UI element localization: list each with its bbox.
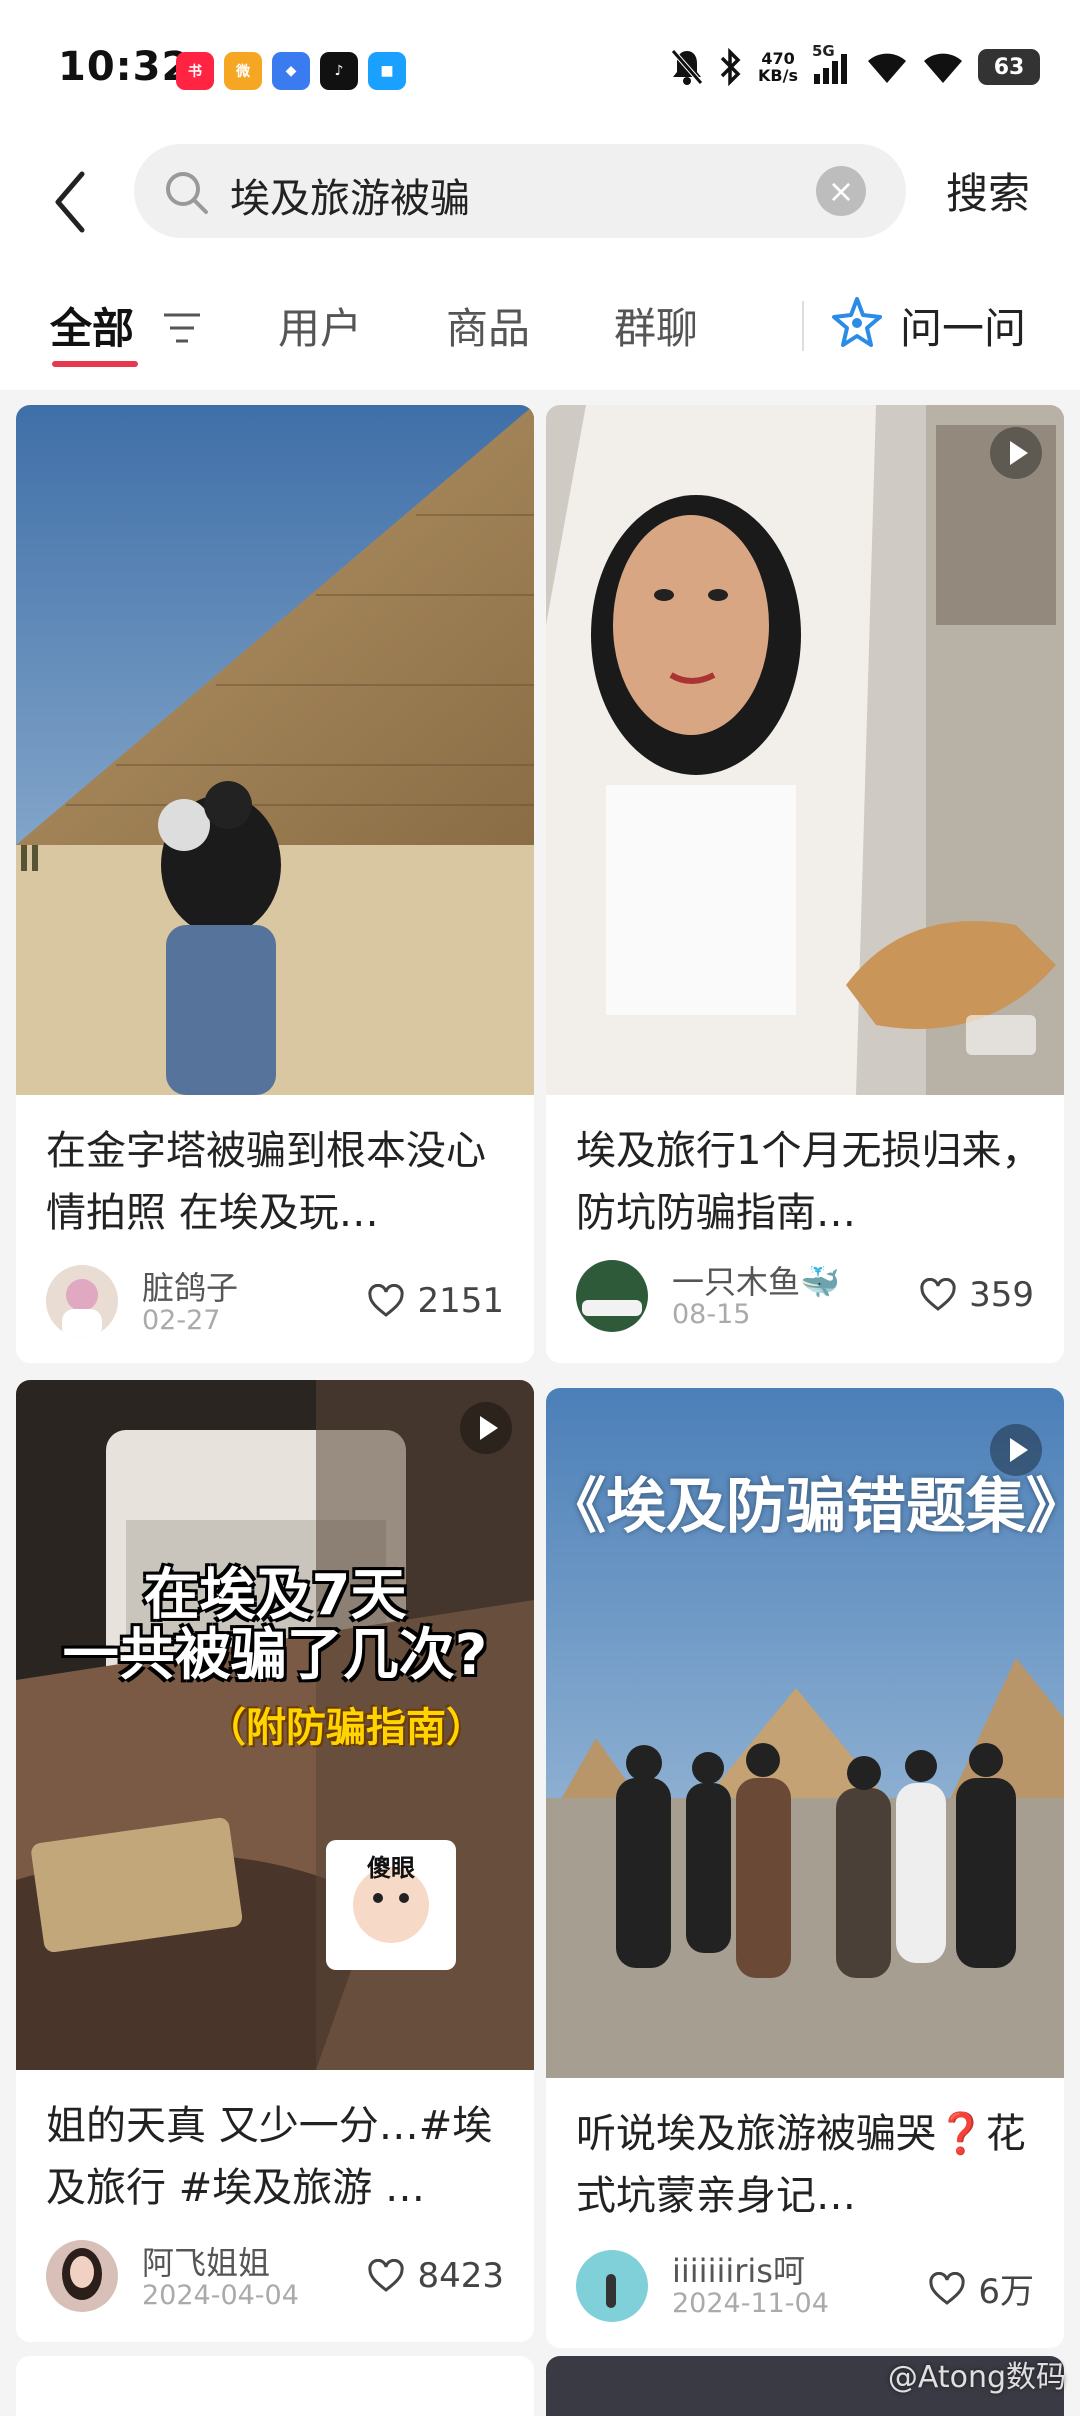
post-title[interactable]: 姐的天真 又少一分…#埃及旅行 #埃及旅游 … xyxy=(46,2095,516,2219)
app-icon: ■ xyxy=(368,52,406,90)
search-header: 埃及旅游被骗 × 搜索 xyxy=(0,140,1080,265)
wifi-icon xyxy=(924,53,962,83)
heart-icon xyxy=(929,2271,965,2305)
avatar[interactable] xyxy=(46,2240,118,2312)
cover-subtitle: （附防骗指南） xyxy=(206,1705,486,1751)
status-bar: 10:32 书 微 ◆ ♪ ■ 470 KB/s 5G 63 xyxy=(0,0,1080,140)
like-button[interactable]: 8423 xyxy=(367,2256,504,2296)
post-cover-image[interactable] xyxy=(16,405,534,1095)
post-card[interactable]: 《埃及防骗错题集》 听说埃及旅游被骗哭❓花式坑蒙亲身记… iiiiiiiris呵… xyxy=(546,1388,1064,2348)
post-date: 2024-04-04 xyxy=(142,2280,299,2311)
tab-products[interactable]: 商品 xyxy=(446,295,530,356)
like-count: 8423 xyxy=(417,2256,504,2296)
post-title[interactable]: 埃及旅行1个月无损归来，防坑防骗指南… xyxy=(576,1120,1046,1244)
like-button[interactable]: 359 xyxy=(919,1275,1034,1315)
post-card[interactable] xyxy=(16,2356,534,2416)
avatar[interactable] xyxy=(46,1265,118,1337)
clear-icon[interactable]: × xyxy=(816,166,866,216)
signal-icon: 5G xyxy=(812,42,852,86)
like-count: 2151 xyxy=(417,1281,504,1321)
tab-users[interactable]: 用户 xyxy=(278,295,362,356)
tiktok-icon: ♪ xyxy=(320,52,358,90)
video-play-icon xyxy=(990,427,1042,479)
author-name[interactable]: iiiiiiiris呵 xyxy=(672,2246,805,2292)
search-input[interactable]: 埃及旅游被骗 × xyxy=(134,144,906,238)
bluetooth-icon xyxy=(720,48,741,86)
xiaohongshu-icon: 书 xyxy=(176,52,214,90)
post-cover-image[interactable]: 在埃及7天 一共被骗了几次? （附防骗指南） 傻眼 xyxy=(16,1380,534,2070)
post-date: 2024-11-04 xyxy=(672,2288,829,2319)
tab-group-chats[interactable]: 群聊 xyxy=(614,295,698,356)
filter-tabs: 全部 用户 商品 群聊 问一问 xyxy=(0,265,1080,390)
search-query[interactable]: 埃及旅游被骗 xyxy=(230,166,470,224)
post-cover-image[interactable]: 《埃及防骗错题集》 xyxy=(546,1388,1064,2078)
active-tab-indicator xyxy=(52,361,138,367)
video-play-icon xyxy=(990,1424,1042,1476)
app-icon: ◆ xyxy=(272,52,310,90)
clock: 10:32 xyxy=(58,44,191,90)
mute-icon xyxy=(671,49,703,85)
heart-icon xyxy=(368,1284,405,1317)
watermark: @Atong数码 xyxy=(887,2360,1066,2395)
cover-headline: 《埃及防骗错题集》 xyxy=(546,1472,1064,1542)
system-icons: 470 KB/s 5G 63 xyxy=(670,42,1040,86)
sticker-text: 傻眼 xyxy=(367,1854,415,1882)
battery-indicator: 63 xyxy=(978,49,1040,85)
notification-icons: 书 微 ◆ ♪ ■ xyxy=(176,52,406,90)
post-date: 08-15 xyxy=(672,1299,751,1330)
like-count: 6万 xyxy=(978,2272,1034,2312)
post-title[interactable]: 在金字塔被骗到根本没心情拍照 在埃及玩… xyxy=(46,1120,516,1244)
filter-icon[interactable] xyxy=(162,311,202,345)
sparkle-icon[interactable] xyxy=(830,295,884,351)
tab-all[interactable]: 全部 xyxy=(50,295,134,356)
post-cover-image[interactable] xyxy=(546,405,1064,1095)
video-play-icon xyxy=(460,1402,512,1454)
tab-divider xyxy=(802,301,804,351)
wifi-icon xyxy=(868,53,906,83)
search-icon xyxy=(166,172,208,214)
heart-icon xyxy=(368,2259,405,2292)
network-speed: 470 KB/s xyxy=(758,49,798,85)
author-name[interactable]: 脏鸽子 xyxy=(142,1263,238,1309)
avatar[interactable] xyxy=(576,1260,648,1332)
avatar[interactable] xyxy=(576,2250,648,2322)
post-card[interactable]: 埃及旅行1个月无损归来，防坑防骗指南… 一只木鱼🐳 08-15 359 xyxy=(546,405,1064,1363)
post-title[interactable]: 听说埃及旅游被骗哭❓花式坑蒙亲身记… xyxy=(576,2103,1046,2227)
post-date: 02-27 xyxy=(142,1305,221,1336)
search-button[interactable]: 搜索 xyxy=(946,160,1030,221)
post-card[interactable]: 在金字塔被骗到根本没心情拍照 在埃及玩… 脏鸽子 02-27 2151 xyxy=(16,405,534,1363)
ask-button[interactable]: 问一问 xyxy=(900,295,1026,356)
post-card[interactable]: 在埃及7天 一共被骗了几次? （附防骗指南） 傻眼 姐的天真 又少一分…#埃及旅… xyxy=(16,1380,534,2342)
like-count: 359 xyxy=(969,1275,1034,1315)
author-name[interactable]: 一只木鱼🐳 xyxy=(672,1257,840,1303)
heart-icon xyxy=(920,1278,956,1311)
like-button[interactable]: 2151 xyxy=(367,1281,504,1321)
cover-headline: 一共被骗了几次? xyxy=(62,1623,488,1688)
like-button[interactable]: 6万 xyxy=(928,2264,1034,2313)
author-name[interactable]: 阿飞姐姐 xyxy=(142,2238,270,2284)
back-icon[interactable] xyxy=(44,166,104,236)
weibo-icon: 微 xyxy=(224,52,262,90)
